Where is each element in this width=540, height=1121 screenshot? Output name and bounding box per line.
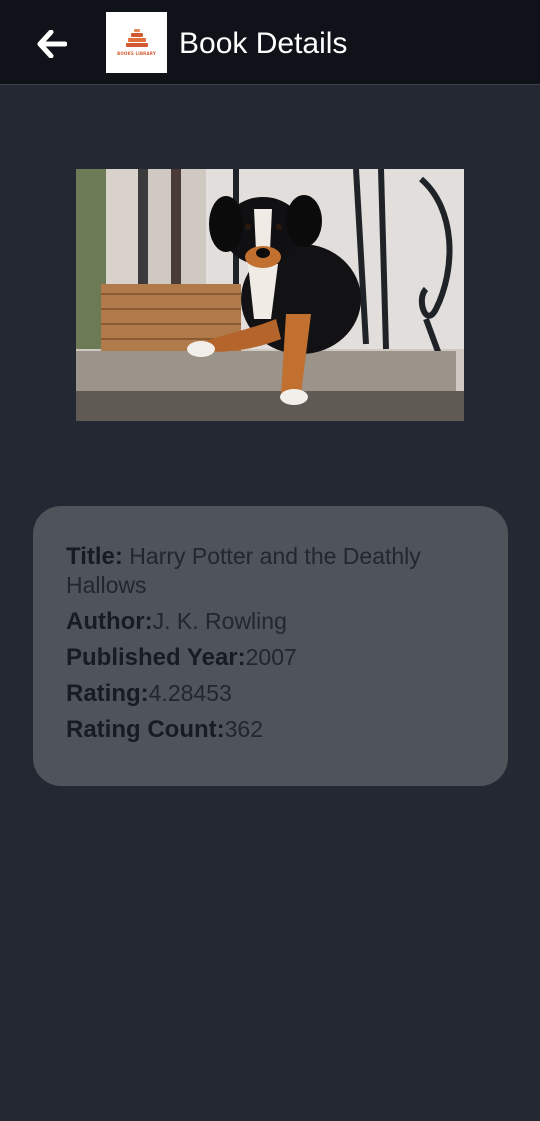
arrow-left-icon: [37, 30, 67, 58]
book-details-card: Title: Harry Potter and the Deathly Hall…: [33, 506, 508, 786]
author-value: J. K. Rowling: [152, 608, 287, 634]
book-cover-image: [76, 169, 464, 421]
rating-label: Rating:: [66, 680, 149, 707]
rating-count-label: Rating Count:: [66, 716, 225, 743]
app-bar: BOOKS LIBRARY Book Details: [0, 0, 540, 85]
year-label: Published Year:: [66, 644, 246, 671]
author-label: Author:: [66, 608, 153, 635]
year-value: 2007: [245, 644, 297, 670]
back-button[interactable]: [30, 24, 74, 64]
app-logo: BOOKS LIBRARY: [106, 12, 167, 73]
author-row: Author:J. K. Rowling: [66, 607, 475, 636]
title-label: Title:: [66, 543, 123, 570]
year-row: Published Year:2007: [66, 643, 475, 672]
dog-photo: [76, 169, 464, 421]
books-logo-icon: [125, 29, 148, 47]
page-title: Book Details: [179, 27, 348, 60]
rating-row: Rating:4.28453: [66, 679, 475, 708]
rating-value: 4.28453: [148, 680, 232, 706]
logo-text: BOOKS LIBRARY: [117, 51, 156, 56]
rating-count-value: 362: [224, 716, 263, 742]
title-row: Title: Harry Potter and the Deathly Hall…: [66, 542, 475, 600]
rating-count-row: Rating Count:362: [66, 715, 475, 744]
